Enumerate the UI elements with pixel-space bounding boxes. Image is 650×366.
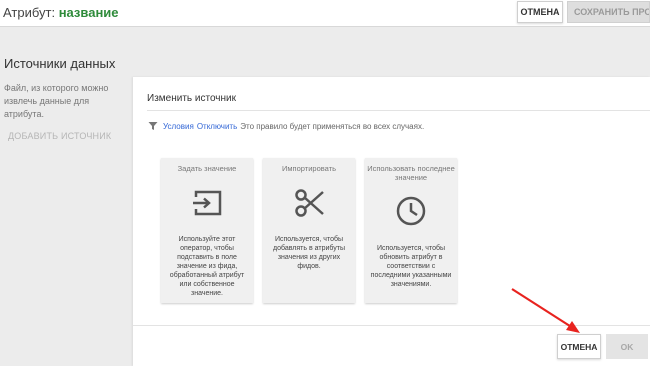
header-cancel-button[interactable]: ОТМЕНА [517, 1, 563, 23]
conditions-link[interactable]: Условия [163, 122, 194, 131]
disable-link[interactable]: Отключить [197, 122, 237, 131]
filter-icon [148, 122, 158, 130]
top-bar: Атрибут: название ОТМЕНА СОХРАНИТЬ ПРОЕК [0, 0, 650, 27]
sources-title: Источники данных [4, 56, 116, 71]
option-description: Используется, чтобы добавлять в атрибуты… [273, 236, 345, 270]
scissors-icon [295, 189, 324, 217]
sources-description: Файл, из которого можно извлечь данные д… [4, 83, 109, 119]
input-icon [192, 190, 222, 216]
option-description: Используется, чтобы обновить атрибут в с… [370, 245, 452, 288]
add-source-button[interactable]: ДОБАВИТЬ ИСТОЧНИК [8, 131, 111, 141]
page-title: Атрибут: название [3, 5, 119, 20]
option-label: Задать значение [177, 164, 237, 173]
condition-row: Условия Отключить Это правило будет прим… [148, 121, 424, 131]
edit-source-card: Изменить источник Условия Отключить Это … [133, 77, 650, 366]
attribute-name: название [58, 5, 119, 20]
clock-icon [396, 196, 426, 226]
title-prefix: Атрибут: [3, 5, 56, 20]
option-set-value[interactable]: Задать значение Используйте этот операто… [161, 158, 253, 303]
divider [147, 110, 650, 111]
cancel-button[interactable]: ОТМЕНА [557, 334, 601, 359]
divider [133, 325, 650, 326]
condition-text: Это правило будет применяться во всех сл… [240, 121, 425, 131]
option-label: Импортировать [281, 164, 336, 173]
option-last-value[interactable]: Использовать последнее значение Использу… [365, 158, 457, 303]
save-project-button[interactable]: СОХРАНИТЬ ПРОЕК [567, 1, 650, 23]
ok-button[interactable]: OK [606, 334, 648, 359]
option-description: Используйте этот оператор, чтобы подстав… [169, 236, 245, 297]
option-import[interactable]: Импортировать Используется, чтобы добавл… [263, 158, 355, 303]
option-label: Использовать последнее значение [367, 164, 455, 182]
card-title: Изменить источник [147, 93, 236, 104]
